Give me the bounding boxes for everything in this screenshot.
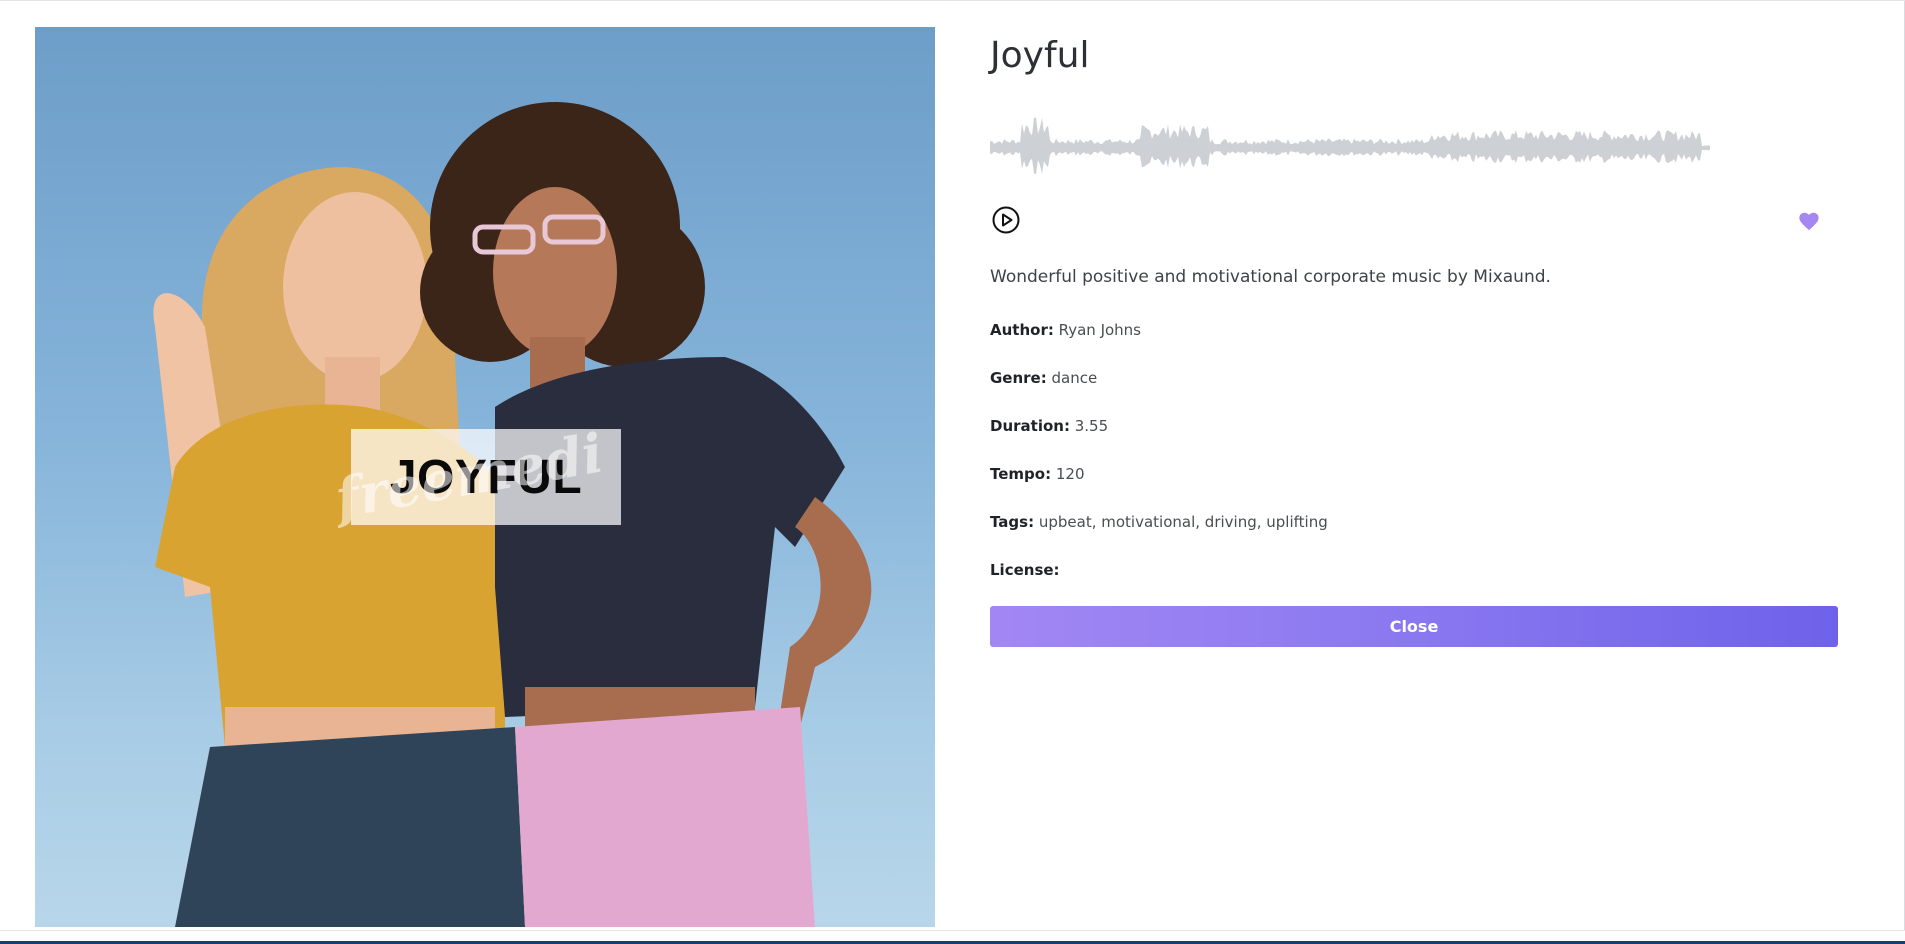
meta-genre: Genre: dance <box>990 369 1097 387</box>
tempo-value: 120 <box>1055 465 1085 483</box>
meta-tempo: Tempo: 120 <box>990 465 1085 483</box>
heart-icon[interactable] <box>1798 210 1820 232</box>
duration-label: Duration: <box>990 417 1070 435</box>
genre-label: Genre: <box>990 369 1047 387</box>
track-description: Wonderful positive and motivational corp… <box>990 267 1551 287</box>
track-cover-image: JOYFUL freemedi <box>35 27 935 927</box>
tags-value: upbeat, motivational, driving, uplifting <box>1038 513 1328 531</box>
cover-title: JOYFUL <box>389 450 583 504</box>
waveform-shape <box>990 117 1710 174</box>
tempo-label: Tempo: <box>990 465 1052 483</box>
author-label: Author: <box>990 321 1054 339</box>
genre-value: dance <box>1051 369 1098 387</box>
cover-title-box: JOYFUL <box>351 429 621 525</box>
track-detail-modal: JOYFUL freemedi Joyful Wonderful positiv… <box>0 0 1905 941</box>
meta-tags: Tags: upbeat, motivational, driving, upl… <box>990 513 1328 531</box>
license-label: License: <box>990 561 1060 579</box>
track-title: Joyful <box>990 35 1090 76</box>
duration-value: 3.55 <box>1074 417 1109 435</box>
modal-footer-strip <box>0 930 1905 941</box>
close-button[interactable]: Close <box>990 606 1838 647</box>
meta-duration: Duration: 3.55 <box>990 417 1108 435</box>
meta-license: License: <box>990 561 1060 579</box>
play-circle-icon[interactable] <box>992 206 1020 234</box>
tags-label: Tags: <box>990 513 1035 531</box>
meta-author: Author: Ryan Johns <box>990 321 1141 339</box>
track-waveform[interactable] <box>990 113 1710 193</box>
author-value: Ryan Johns <box>1058 321 1142 339</box>
